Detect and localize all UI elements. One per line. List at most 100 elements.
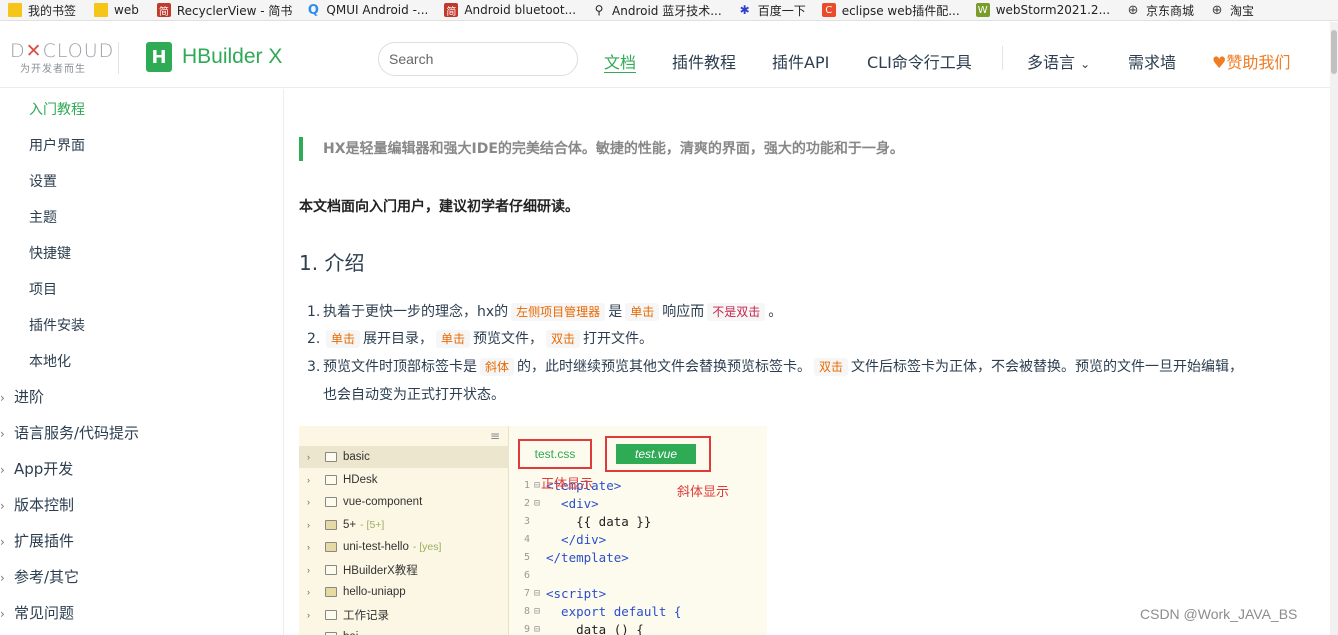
- page-scrollbar-thumb[interactable]: [1331, 30, 1337, 74]
- tree-item: › HDesk: [299, 469, 509, 491]
- search-input[interactable]: [378, 42, 578, 76]
- sidebar-item-project[interactable]: 项目: [29, 279, 57, 299]
- code-line: 8 ⊟ export default {: [512, 602, 682, 620]
- sidebar-group-language-services[interactable]: › 语言服务/代码提示: [0, 422, 139, 443]
- sidebar-group-app-dev[interactable]: › App开发: [0, 458, 73, 479]
- list-text: 展开目录，: [363, 331, 434, 347]
- dcloud-logo[interactable]: D✕CLOUD 为开发者而生: [10, 40, 113, 75]
- list-text: 预览文件，: [473, 331, 544, 347]
- nav-language-dropdown[interactable]: 多语言 ⌄: [1027, 49, 1090, 73]
- annotation-italic: 斜体显示: [677, 485, 730, 500]
- product-name: HBuilder X: [182, 45, 283, 68]
- sidebar-group-label: App开发: [14, 460, 74, 478]
- nav-plugin-tutorial[interactable]: 插件教程: [672, 49, 736, 73]
- sidebar-group-reference[interactable]: › 参考/其它: [0, 566, 79, 587]
- inline-code: 不是双击: [707, 303, 766, 321]
- bookmark-baidu[interactable]: ✱ 百度一下: [738, 2, 806, 19]
- chevron-right-icon: ›: [307, 542, 310, 552]
- sidebar-item-plugin-install[interactable]: 插件安装: [29, 315, 85, 335]
- line-number: 3: [523, 515, 530, 527]
- sidebar-group-label: 进阶: [14, 388, 45, 406]
- globe-icon: ⊕: [1211, 2, 1223, 18]
- code-text: <div>: [546, 495, 599, 511]
- bookmark-taobao[interactable]: ⊕ 淘宝: [1210, 2, 1254, 19]
- intro-paragraph: 本文档面向入门用户，建议初学者仔细研读。: [299, 199, 579, 215]
- list-text: 执着于更快一步的理念，hx的: [323, 304, 509, 320]
- chevron-right-icon: ›: [307, 610, 310, 620]
- bookmark-android-bluetooth-tech[interactable]: ⚲ Android 蓝牙技术...: [592, 2, 722, 19]
- sidebar-item-shortcuts[interactable]: 快捷键: [29, 243, 71, 263]
- tree-item: ›bai: [299, 626, 509, 635]
- list-number: 1.: [307, 304, 321, 320]
- bookmark-my-bookmarks[interactable]: 我的书签: [8, 2, 76, 19]
- sidebar-item-settings[interactable]: 设置: [29, 171, 57, 191]
- tree-item-label: HBuilderX教程: [343, 565, 418, 577]
- inline-code: 双击: [546, 330, 581, 348]
- chevron-right-icon: ›: [0, 499, 5, 513]
- jianshu-icon: 简: [156, 3, 171, 18]
- sidebar-group-faq[interactable]: › 常见问题: [0, 602, 74, 623]
- code-line: 3 {{ data }}: [512, 512, 651, 530]
- nav-requirements-wall[interactable]: 需求墙: [1128, 49, 1176, 73]
- folder-icon: [325, 475, 337, 485]
- code-line: 7 ⊟ <script>: [512, 584, 606, 602]
- code-text: data () {: [546, 621, 644, 635]
- code-text: export default {: [546, 603, 682, 619]
- page-scrollbar[interactable]: [1330, 22, 1338, 635]
- bookmark-webstorm[interactable]: WwebStorm2021.2...: [975, 3, 1110, 17]
- csdn-watermark: CSDN @Work_JAVA_BS: [1140, 606, 1298, 622]
- sidebar-group-version-control[interactable]: › 版本控制: [0, 494, 74, 515]
- inline-code: 左侧项目管理器: [511, 303, 606, 321]
- main-content: HX是轻量编辑器和强大IDE的完美结合体。敏捷的性能，清爽的界面，强大的功能和于…: [285, 89, 1330, 635]
- bookmark-recyclerview[interactable]: 简 RecyclerView - 简书: [156, 2, 292, 19]
- tree-item-label: uni-test-hello: [343, 541, 409, 553]
- bookmark-web[interactable]: web: [94, 3, 139, 17]
- sidebar: 入门教程 用户界面 设置 主题 快捷键 项目 插件安装 本地化 › 进阶 › 语言服…: [0, 89, 284, 635]
- baidu-icon: ✱: [739, 3, 750, 17]
- tree-item: › HBuilderX教程: [299, 559, 509, 581]
- code-line: 2 ⊟ <div>: [512, 494, 599, 512]
- sidebar-item-theme[interactable]: 主题: [29, 207, 57, 227]
- list-number: 2.: [307, 331, 321, 347]
- list-item-continuation: 也会自动变为正式打开状态。: [323, 387, 505, 403]
- inline-code: 单击: [326, 330, 361, 348]
- folder-icon: [325, 610, 337, 620]
- line-number: 4: [523, 533, 530, 545]
- project-icon: [325, 587, 337, 597]
- bookmark-jd[interactable]: ⊕ 京东商城: [1126, 2, 1194, 19]
- sidebar-group-extensions[interactable]: › 扩展插件: [0, 530, 74, 551]
- tree-item-label: bai: [343, 631, 358, 635]
- tree-item: › vue-component: [299, 491, 509, 513]
- sidebar-group-label: 参考/其它: [14, 568, 80, 586]
- nav-docs[interactable]: 文档: [604, 49, 636, 73]
- chevron-right-icon: ›: [307, 475, 310, 485]
- inline-code: 单击: [436, 330, 471, 348]
- tree-item-meta: - [yes]: [412, 541, 442, 553]
- nav-sponsor[interactable]: ♥赞助我们: [1212, 49, 1290, 73]
- list-text: 是: [608, 304, 623, 320]
- list-item: 2. 单击 展开目录， 单击 预览文件， 双击 打开文件。: [307, 325, 653, 353]
- nav-plugin-api[interactable]: 插件API: [772, 49, 829, 73]
- folder-icon: [8, 3, 22, 17]
- section-heading: 1. 介绍: [299, 251, 365, 275]
- line-number: 8: [523, 605, 530, 617]
- bookmark-eclipse[interactable]: Ceclipse web插件配...: [821, 2, 960, 19]
- code-line: 4 </div>: [512, 530, 606, 548]
- sidebar-item-localization[interactable]: 本地化: [29, 351, 71, 371]
- hbuilderx-logo[interactable]: H HBuilder X: [146, 42, 282, 72]
- sidebar-group-advanced[interactable]: › 进阶: [0, 386, 44, 407]
- bookmark-qmui[interactable]: Q QMUI Android -...: [306, 3, 428, 18]
- folder-icon: [325, 497, 337, 507]
- nav-sponsor-label: 赞助我们: [1226, 53, 1291, 72]
- project-icon: [325, 542, 337, 552]
- list-text: 。: [768, 304, 783, 320]
- chevron-right-icon: ›: [307, 452, 310, 462]
- bookmark-android-bluetooth[interactable]: 简 Android bluetoot...: [444, 3, 576, 18]
- nav-cli-tools[interactable]: CLI命令行工具: [867, 49, 972, 73]
- tree-item-label: 5+: [343, 519, 357, 531]
- sidebar-item-user-interface[interactable]: 用户界面: [29, 135, 85, 155]
- sidebar-item-getting-started[interactable]: 入门教程: [29, 99, 85, 119]
- tree-item: › basic: [299, 446, 509, 468]
- hbuilderx-icon: H: [146, 42, 172, 72]
- editor-tab-normal: test.css: [518, 439, 592, 469]
